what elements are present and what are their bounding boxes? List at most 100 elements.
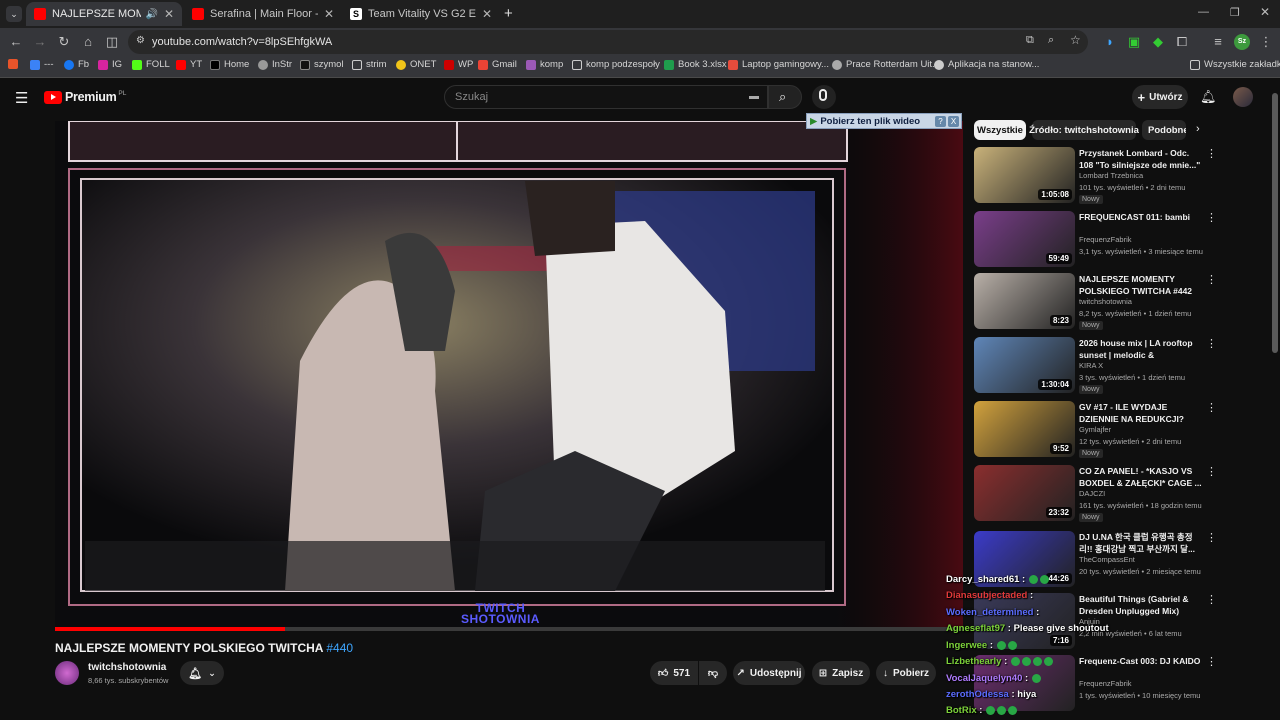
recommendation-title[interactable]: DJ U.NA 한국 클럽 유행곡 총정리!! 홍대강남 찍고 부산까지 달..… (1079, 531, 1203, 555)
more-options-icon[interactable]: ⋮ (1206, 655, 1217, 668)
recommendation-channel[interactable]: TheCompassEnt (1079, 555, 1135, 564)
home-icon[interactable]: ⌂ (80, 34, 96, 50)
close-tab-icon[interactable]: ✕ (324, 7, 334, 21)
bookmark-item[interactable]: YT (176, 59, 202, 70)
recommendation-item[interactable]: 1:30:04 2026 house mix | LA rooftop sunse… (974, 337, 1217, 395)
video-thumbnail[interactable]: 8:23 (974, 273, 1075, 329)
bookmark-item[interactable]: Gmail (478, 59, 517, 70)
search-button[interactable]: ⌕ (768, 85, 802, 109)
zoom-icon[interactable]: ⌕ (1048, 34, 1054, 47)
more-options-icon[interactable]: ⋮ (1206, 465, 1217, 478)
recommendation-item[interactable]: 59:49 FREQUENCAST 011: bambi FrequenzFabri… (974, 211, 1217, 269)
dislike-button[interactable]: 👎︎ (699, 661, 727, 685)
extension-icon[interactable]: ◗ (1102, 34, 1118, 50)
restore-icon[interactable]: ❐ (1230, 6, 1240, 19)
recommendation-title[interactable]: CO ZA PANEL! - *KASJO VS BOXDEL & ZAŁĘCK… (1079, 465, 1203, 489)
youtube-logo[interactable]: Premium PL (44, 90, 126, 104)
extension-icon[interactable]: ▣ (1126, 34, 1142, 50)
recommendation-channel[interactable]: Lombard Trzebnica (1079, 171, 1143, 180)
bookmark-folder[interactable]: komp podzespoły (572, 59, 660, 70)
profile-avatar[interactable]: Sz (1234, 34, 1250, 50)
split-view-icon[interactable]: ◫ (104, 34, 120, 50)
video-thumbnail[interactable]: 59:49 (974, 211, 1075, 267)
recommendation-channel[interactable]: Gymlajfer (1079, 425, 1111, 434)
chip-source[interactable]: Źródło: twitchshotownia (1029, 120, 1139, 140)
recommendation-title[interactable]: 2026 house mix | LA rooftop sunset | mel… (1079, 337, 1203, 361)
forward-icon[interactable]: → (32, 34, 48, 50)
bookmark-item[interactable]: WP (444, 59, 473, 70)
save-button[interactable]: ⊞ Zapisz (812, 661, 870, 685)
search-input[interactable]: Szukaj ▬ (444, 85, 768, 109)
bookmark-item[interactable]: ONET (396, 59, 436, 70)
recommendation-title[interactable]: Beautiful Things (Gabriel & Dresden Unpl… (1079, 593, 1203, 617)
extension-icon[interactable]: ◆ (1150, 34, 1166, 50)
like-button[interactable]: 👍︎ 571 (650, 661, 698, 685)
video-thumbnail[interactable]: 9:52 (974, 401, 1075, 457)
recommendation-item[interactable]: 23:32 CO ZA PANEL! - *KASJO VS BOXDEL & Z… (974, 465, 1217, 523)
channel-name[interactable]: twitchshotownia (88, 662, 166, 673)
more-options-icon[interactable]: ⋮ (1206, 593, 1217, 606)
bookmark-item[interactable]: szymol (300, 59, 344, 70)
bookmark-item[interactable]: Prace Rotterdam Uit... (832, 59, 940, 70)
hashtag-link[interactable]: #440 (326, 641, 353, 655)
more-options-icon[interactable]: ⋮ (1206, 273, 1217, 286)
bookmark-item[interactable]: --- (30, 59, 54, 70)
speaker-icon[interactable]: 🔊 (145, 9, 157, 20)
video-thumbnail[interactable]: 1:30:04 (974, 337, 1075, 393)
bookmark-star-icon[interactable]: ☆ (1070, 33, 1081, 47)
close-tab-icon[interactable]: ✕ (164, 7, 174, 21)
recommendation-channel[interactable]: twitchshotownia (1079, 297, 1132, 306)
bookmark-item[interactable]: FOLL (132, 59, 170, 70)
chip-all[interactable]: Wszystkie (974, 120, 1026, 140)
minimize-icon[interactable]: — (1198, 6, 1209, 18)
more-options-icon[interactable]: ⋮ (1206, 147, 1217, 160)
reload-icon[interactable]: ↻ (56, 34, 72, 50)
recommendation-item[interactable]: 9:52 GV #17 - ILE WYDAJE DZIENNIE NA REDU… (974, 401, 1217, 459)
bookmark-item[interactable] (8, 59, 22, 69)
recommendation-channel[interactable]: DAJCZI (1079, 489, 1105, 498)
bookmark-item[interactable]: Aplikacja na stanow... (934, 59, 1039, 70)
scrollbar[interactable] (1272, 93, 1278, 353)
channel-avatar[interactable] (55, 661, 79, 685)
video-thumbnail[interactable]: 1:05:08 (974, 147, 1075, 203)
recommendation-title[interactable]: Przystanek Lombard - Odc. 108 "To silnie… (1079, 147, 1203, 171)
close-banner-icon[interactable]: X (948, 115, 959, 127)
bookmark-item[interactable]: Fb (64, 59, 89, 70)
tab-search-button[interactable]: ⌄ (6, 6, 22, 22)
recommendation-channel[interactable]: FrequenzFabrik (1079, 679, 1132, 688)
video-player[interactable]: TWITCH SHOTOWNIA (55, 121, 963, 631)
site-info-icon[interactable]: ⚙ (136, 35, 145, 46)
account-avatar[interactable] (1233, 87, 1253, 107)
chip-related[interactable]: Podobne (1142, 120, 1186, 140)
recommendation-item[interactable]: 1:05:08 Przystanek Lombard - Odc. 108 "To… (974, 147, 1217, 205)
bookmark-item[interactable]: Laptop gamingowy... (728, 59, 829, 70)
bookmark-item[interactable]: IG (98, 59, 122, 70)
recommendation-title[interactable]: Frequenz-Cast 003: DJ KAIDO (1079, 655, 1203, 667)
cast-icon[interactable]: ⧉ (1026, 34, 1034, 47)
tab-gotec[interactable]: Serafina | Main Floor - Gotec Club ✕ (184, 2, 342, 26)
tab-starladder[interactable]: S Team Vitality VS G2 Esports - Starladd… (342, 2, 500, 26)
more-options-icon[interactable]: ⋮ (1206, 401, 1217, 414)
recommendation-title[interactable]: FREQUENCAST 011: bambi (1079, 211, 1203, 223)
voice-search-button[interactable] (812, 85, 836, 109)
hamburger-menu-icon[interactable]: ☰ (15, 89, 28, 107)
share-button[interactable]: ↗ Udostępnij (733, 661, 805, 685)
recommendation-channel[interactable]: KIRA X (1079, 361, 1103, 370)
bookmark-item[interactable]: komp (526, 59, 563, 70)
chevron-right-icon[interactable]: › (1196, 123, 1200, 135)
keyboard-icon[interactable]: ▬ (749, 86, 759, 108)
help-icon[interactable]: ? (935, 115, 946, 127)
all-bookmarks-folder[interactable]: Wszystkie zakładki (1190, 59, 1280, 70)
notifications-bell-icon[interactable]: 🔔︎ (1200, 89, 1217, 105)
tab-youtube-video[interactable]: NAJLEPSZE MOMENTY POLSKIEGO TWITCHA #440… (26, 2, 182, 26)
create-button[interactable]: + Utwórz (1132, 85, 1188, 109)
extensions-puzzle-icon[interactable]: ⧠ (1174, 34, 1190, 50)
more-options-icon[interactable]: ⋮ (1206, 531, 1217, 544)
download-button[interactable]: ↓ Pobierz (876, 661, 936, 685)
notification-bell-button[interactable]: 🔔︎ ⌄ (180, 661, 224, 685)
recommendation-title[interactable]: NAJLEPSZE MOMENTY POLSKIEGO TWITCHA #442 (1079, 273, 1203, 297)
recommendation-item[interactable]: 8:23 NAJLEPSZE MOMENTY POLSKIEGO TWITCHA … (974, 273, 1217, 331)
more-options-icon[interactable]: ⋮ (1206, 337, 1217, 350)
bookmark-item[interactable]: Home (210, 59, 249, 70)
recommendation-channel[interactable]: FrequenzFabrik (1079, 235, 1132, 244)
